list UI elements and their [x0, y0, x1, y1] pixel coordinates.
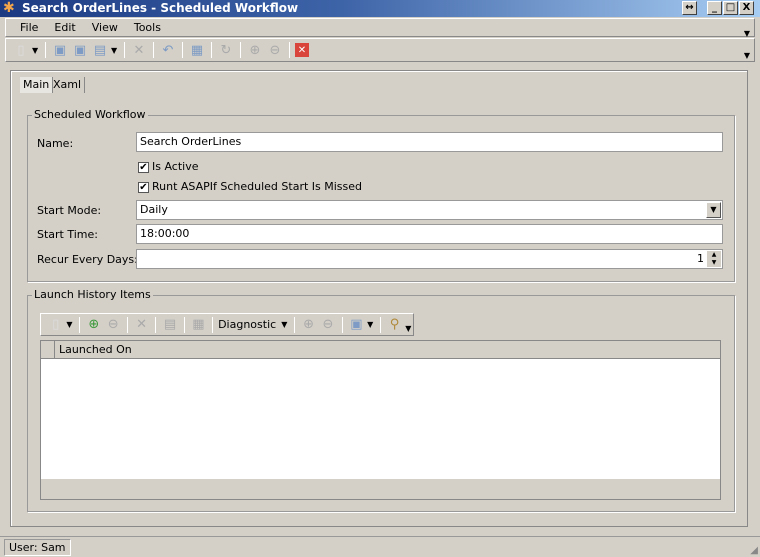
recur-days-stepper[interactable]: 1 ▲ ▼: [136, 249, 723, 269]
diagnostic-dropdown[interactable]: Diagnostic: [218, 318, 276, 331]
menu-view[interactable]: View: [84, 19, 126, 37]
name-label: Name:: [37, 137, 74, 150]
name-input[interactable]: Search OrderLines: [136, 132, 723, 152]
recur-days-label: Recur Every Days:: [37, 253, 138, 266]
grid-header: Launched On: [41, 341, 720, 359]
new-dropdown-icon[interactable]: ▼: [32, 46, 40, 55]
checkmark-icon: ✔: [138, 161, 149, 173]
start-mode-select[interactable]: Daily ▼: [136, 200, 723, 220]
refresh-icon[interactable]: ↻: [217, 41, 235, 59]
group-label: Launch History Items: [32, 288, 153, 301]
minimize-button[interactable]: _: [707, 1, 722, 15]
menu-tools[interactable]: Tools: [126, 19, 169, 37]
chevron-down-icon[interactable]: ▼: [281, 320, 289, 329]
runt-asap-checkbox[interactable]: ✔ Runt ASAPIf Scheduled Start Is Missed: [138, 180, 362, 193]
is-active-checkbox[interactable]: ✔ Is Active: [138, 160, 199, 173]
resize-grip-icon[interactable]: ◢: [750, 545, 758, 556]
move-up-icon[interactable]: ⊕: [300, 316, 317, 334]
save-as-icon[interactable]: ▤: [91, 41, 109, 59]
window-title: Search OrderLines - Scheduled Workflow: [22, 1, 299, 15]
status-bar: User: Sam ◢: [0, 536, 760, 557]
menu-bar: File Edit View Tools ▼: [5, 18, 755, 38]
delete-icon[interactable]: ✕: [130, 41, 148, 59]
export-icon[interactable]: ▣: [348, 316, 365, 334]
start-time-input[interactable]: 18:00:00: [136, 224, 723, 244]
maximize-button[interactable]: □: [723, 1, 738, 15]
save-close-icon[interactable]: ▣: [71, 41, 89, 59]
status-user: User: Sam: [4, 539, 71, 556]
title-bar: Search OrderLines - Scheduled Workflow: [0, 0, 760, 17]
group-label: Scheduled Workflow: [32, 108, 148, 121]
start-mode-value: Daily: [140, 203, 168, 216]
menu-file[interactable]: File: [12, 19, 46, 37]
undo-icon[interactable]: ↶: [159, 41, 177, 59]
spinner-arrows-icon[interactable]: ▲ ▼: [707, 251, 721, 267]
grid-footer: [41, 479, 720, 499]
recur-days-value: 1: [697, 252, 704, 265]
tab-xaml[interactable]: Xaml: [50, 77, 86, 93]
history-toolbar: ▯ ▼ ⊕ ⊖ ✕ ▤ ▦ Diagnostic ▼ ⊕ ⊖ ▣ ▼ ⚲ ▼: [40, 313, 414, 336]
move-up-icon[interactable]: ⊕: [246, 41, 264, 59]
restore-size-button[interactable]: ↔: [682, 1, 697, 15]
is-active-label: Is Active: [152, 160, 199, 173]
start-time-label: Start Time:: [37, 228, 98, 241]
save-dropdown-icon[interactable]: ▼: [111, 46, 119, 55]
chevron-down-icon[interactable]: ▼: [706, 202, 721, 218]
toolbar-overflow-icon[interactable]: ▼: [744, 51, 750, 60]
new-icon[interactable]: ▯: [47, 316, 64, 334]
copy-icon[interactable]: ▤: [161, 316, 178, 334]
remove-item-icon[interactable]: ⊖: [105, 316, 122, 334]
menu-edit[interactable]: Edit: [46, 19, 83, 37]
close-record-icon[interactable]: ✕: [295, 43, 309, 57]
row-selector-header: [41, 341, 55, 358]
preview-icon[interactable]: ▦: [190, 316, 207, 334]
export-dropdown-icon[interactable]: ▼: [367, 320, 375, 329]
app-logo-icon: ✱: [3, 0, 15, 16]
start-mode-label: Start Mode:: [37, 204, 102, 217]
new-icon[interactable]: ▯: [12, 41, 30, 59]
move-down-icon[interactable]: ⊖: [319, 316, 336, 334]
save-icon[interactable]: ▣: [51, 41, 69, 59]
search-icon[interactable]: ⚲: [386, 316, 403, 334]
add-item-icon[interactable]: ⊕: [85, 316, 102, 334]
new-dropdown-icon[interactable]: ▼: [66, 320, 74, 329]
preview-icon[interactable]: ▦: [188, 41, 206, 59]
main-toolbar: ▯ ▼ ▣ ▣ ▤ ▼ ✕ ↶ ▦ ↻ ⊕ ⊖ ✕ ▼: [5, 38, 755, 62]
move-down-icon[interactable]: ⊖: [266, 41, 284, 59]
toolbar-overflow-icon[interactable]: ▼: [405, 324, 413, 333]
column-header-launched-on[interactable]: Launched On: [55, 341, 132, 358]
checkmark-icon: ✔: [138, 181, 149, 193]
runt-asap-label: Runt ASAPIf Scheduled Start Is Missed: [152, 180, 363, 193]
launch-history-grid[interactable]: Launched On: [40, 340, 721, 500]
tab-main[interactable]: Main: [20, 77, 54, 93]
delete-icon[interactable]: ✕: [133, 316, 150, 334]
close-button[interactable]: X: [739, 1, 754, 15]
